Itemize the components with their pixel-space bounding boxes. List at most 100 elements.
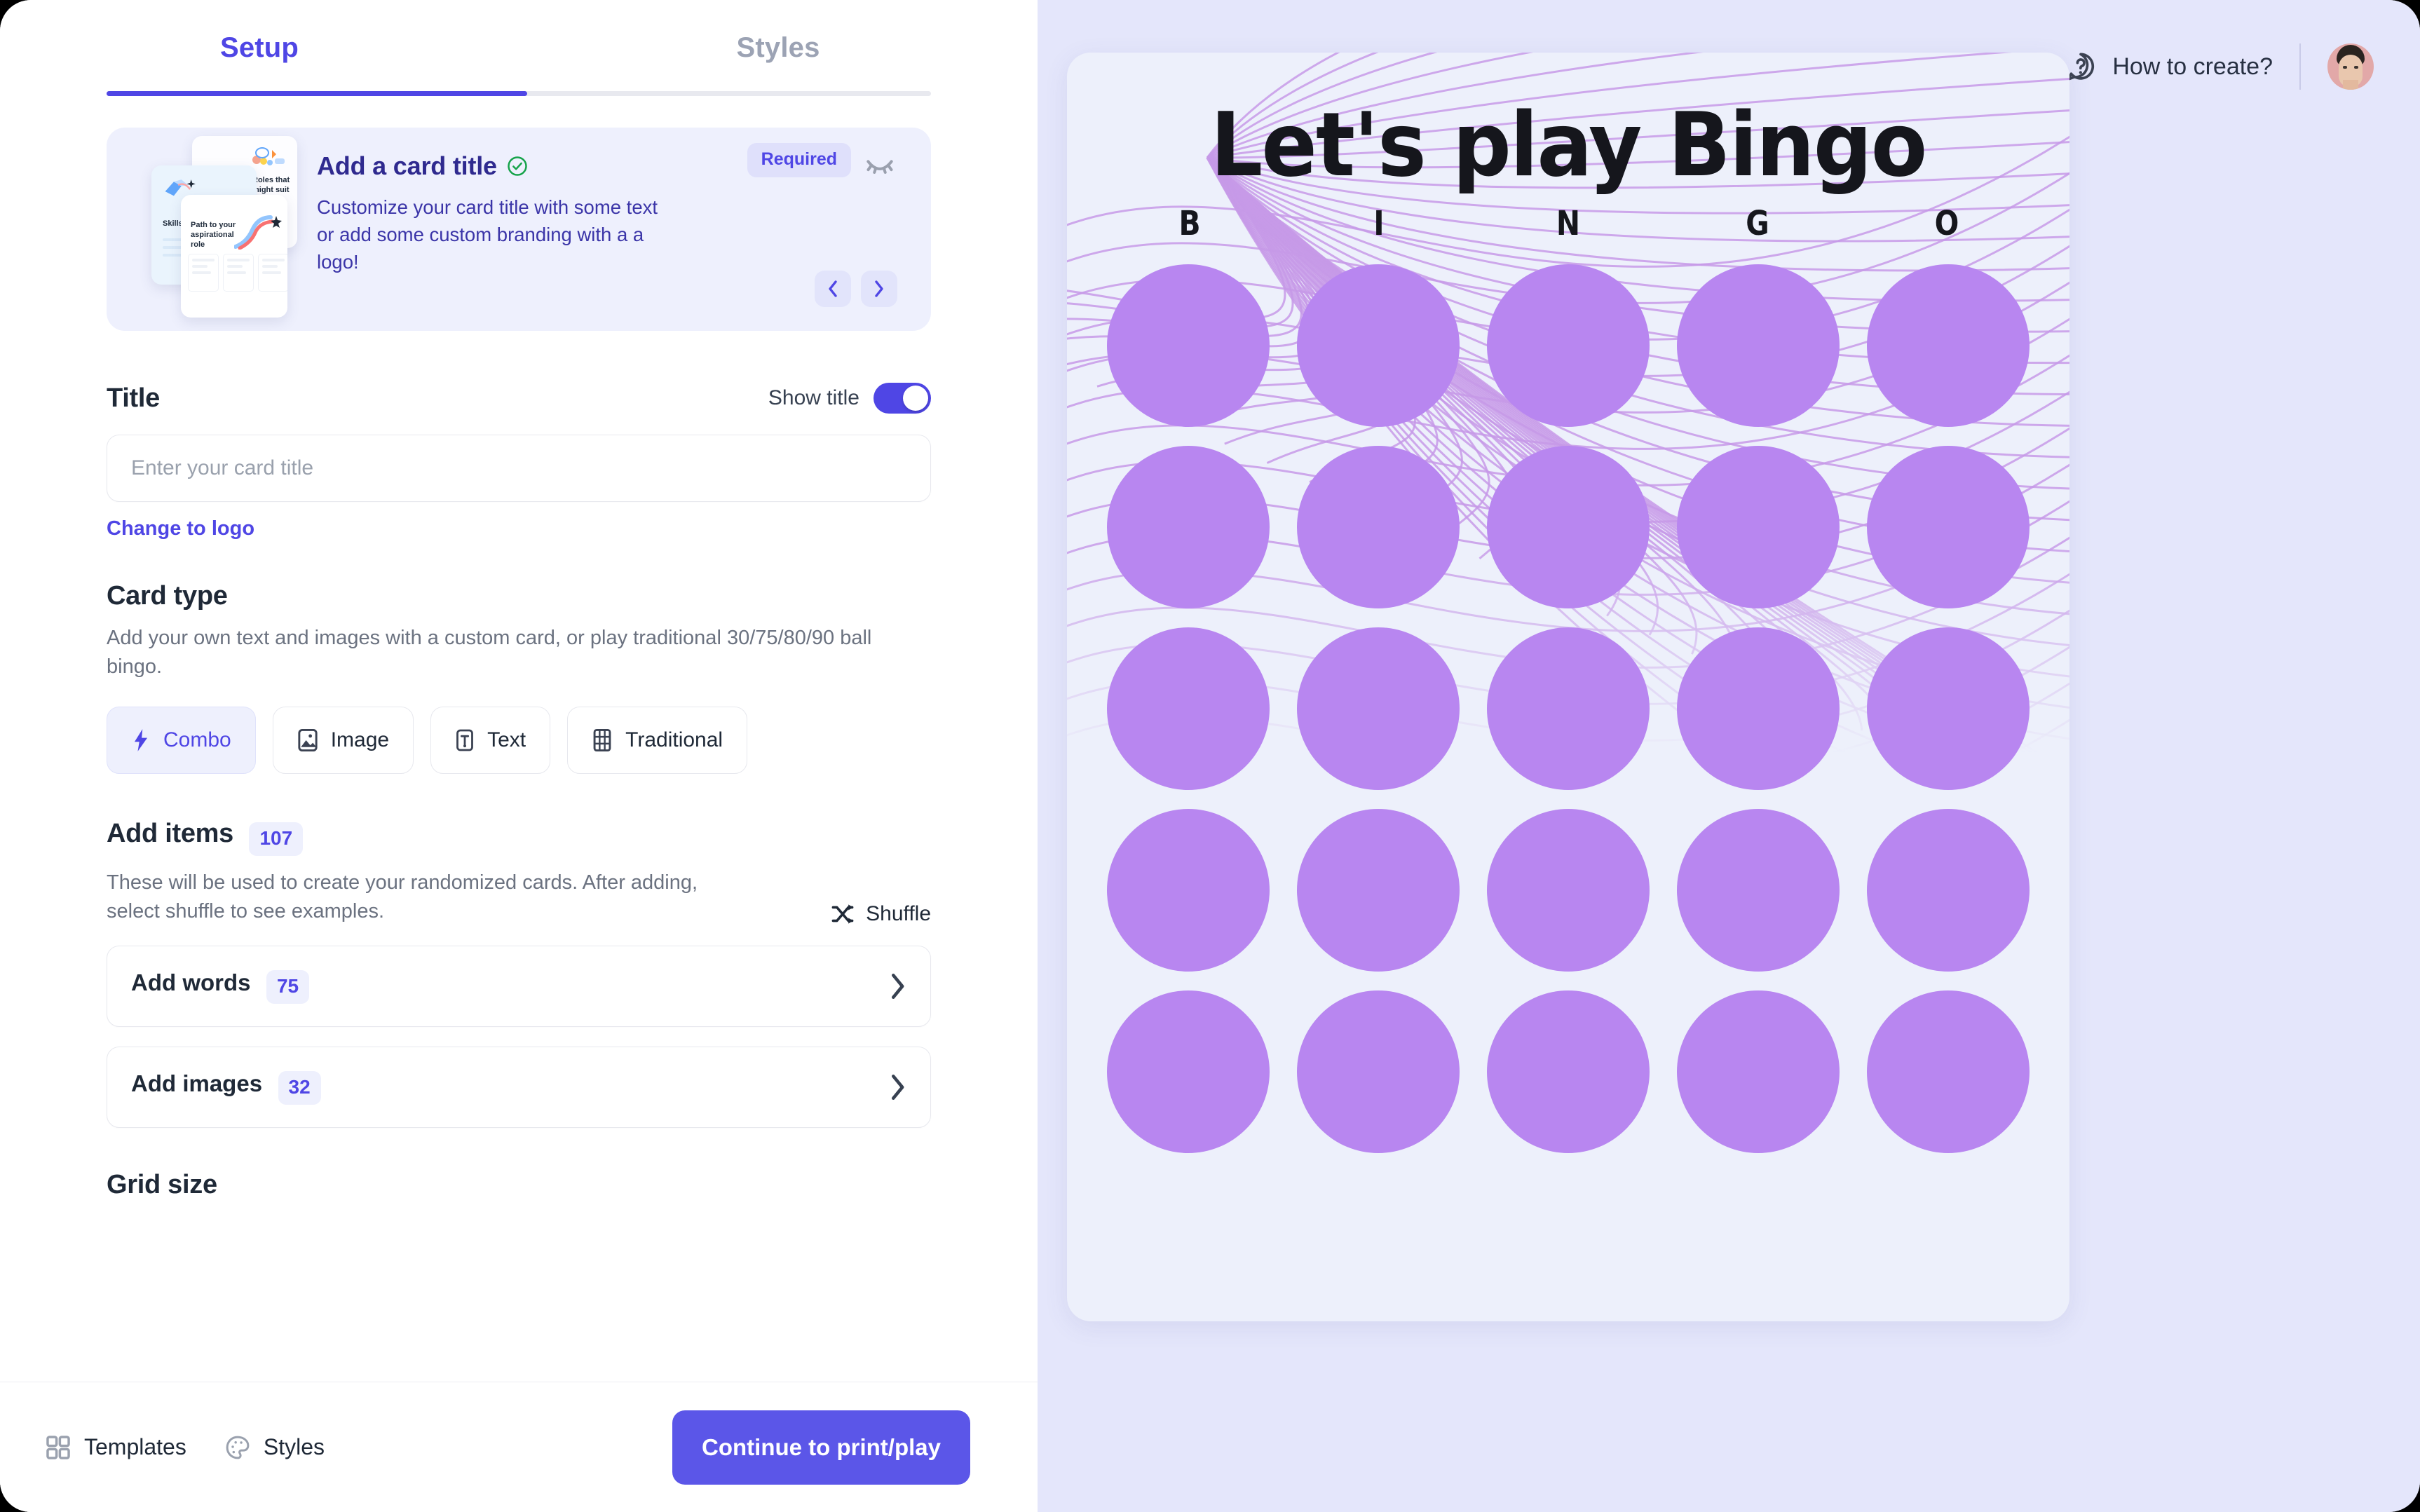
grid-icon xyxy=(593,729,611,752)
continue-button[interactable]: Continue to print/play xyxy=(672,1410,970,1485)
card-type-text[interactable]: Text xyxy=(430,707,551,775)
app-window: Setup Styles Roles that might suit Skill… xyxy=(0,0,2420,1512)
question-bubble-icon xyxy=(2067,53,2095,81)
add-images-left: Add images 32 xyxy=(131,1070,321,1105)
bingo-cell[interactable] xyxy=(1107,627,1270,790)
bingo-cell[interactable] xyxy=(1486,808,1650,972)
bingo-cell[interactable] xyxy=(1486,264,1650,427)
bingo-letter: O xyxy=(1934,204,1959,243)
styles-button[interactable]: Styles xyxy=(224,1434,325,1461)
add-items-desc-row: These will be used to create your random… xyxy=(107,856,931,926)
bingo-cell[interactable] xyxy=(1107,808,1270,972)
preview-panel: How to create? Let's play Bingo B I N G … xyxy=(1038,0,2420,1512)
bingo-cell[interactable] xyxy=(1866,264,2030,427)
panel-tabs: Setup Styles xyxy=(0,0,1038,105)
bingo-cell[interactable] xyxy=(1676,808,1840,972)
bingo-cell[interactable] xyxy=(1676,264,1840,427)
bingo-cell[interactable] xyxy=(1676,445,1840,608)
tab-styles[interactable]: Styles xyxy=(519,0,1038,105)
info-banner: Roles that might suit you Skills recomm xyxy=(107,128,931,331)
avatar[interactable] xyxy=(2327,43,2374,90)
bingo-grid xyxy=(1094,254,2043,1162)
info-banner-body: Add a card title Customize your card tit… xyxy=(317,128,931,331)
setup-panel: Setup Styles Roles that might suit Skill… xyxy=(0,0,1038,1512)
roles-illustration xyxy=(252,147,285,165)
how-to-create-label: How to create? xyxy=(2112,53,2273,80)
show-title-label: Show title xyxy=(768,386,859,409)
next-button[interactable] xyxy=(861,271,897,307)
path-illustration xyxy=(234,215,282,250)
bingo-cell[interactable] xyxy=(1486,445,1650,608)
info-banner-nav xyxy=(815,271,897,307)
setup-footer: Templates Styles Continue to print/play xyxy=(0,1382,1038,1512)
bingo-cell[interactable] xyxy=(1866,990,2030,1153)
shuffle-label: Shuffle xyxy=(866,902,931,926)
tab-setup[interactable]: Setup xyxy=(0,0,519,105)
change-to-logo-link[interactable]: Change to logo xyxy=(107,517,254,540)
add-items-header: Add items 107 xyxy=(107,819,931,857)
bingo-column-letters: B I N G O xyxy=(1095,204,2041,243)
bingo-cell[interactable] xyxy=(1866,445,2030,608)
card-type-image[interactable]: Image xyxy=(272,707,414,775)
shuffle-button[interactable]: Shuffle xyxy=(831,902,931,926)
palette-icon xyxy=(226,1436,250,1459)
templates-label: Templates xyxy=(84,1434,186,1459)
chevron-right-icon xyxy=(892,974,904,1000)
bingo-cell[interactable] xyxy=(1107,445,1270,608)
setup-scroll-area[interactable]: Setup Styles Roles that might suit Skill… xyxy=(0,0,1038,1382)
bingo-cell[interactable] xyxy=(1297,445,1460,608)
bingo-letter: G xyxy=(1746,204,1769,243)
add-images-row[interactable]: Add images 32 xyxy=(107,1047,931,1129)
info-banner-illustration: Roles that might suit you Skills recomm xyxy=(107,128,317,331)
bingo-cell[interactable] xyxy=(1676,627,1840,790)
mini-card-path-boxes xyxy=(188,254,287,292)
card-type-combo[interactable]: Combo xyxy=(107,707,256,775)
bingo-card-preview[interactable]: Let's play Bingo B I N G O xyxy=(1067,53,2069,1321)
how-to-create-button[interactable]: How to create? xyxy=(2065,50,2273,83)
card-type-traditional[interactable]: Traditional xyxy=(567,707,748,775)
add-items-count: 107 xyxy=(249,822,304,857)
add-words-row[interactable]: Add words 75 xyxy=(107,946,931,1028)
eye-off-icon[interactable] xyxy=(865,149,895,178)
bingo-cell[interactable] xyxy=(1297,264,1460,427)
chevron-right-icon xyxy=(875,280,883,297)
add-items-section: Add items 107 These will be used to crea… xyxy=(107,819,931,1129)
bingo-title: Let's play Bingo xyxy=(1210,93,1928,196)
grid-squares-icon xyxy=(46,1435,70,1459)
bingo-letter: N xyxy=(1556,204,1581,243)
bingo-cell[interactable] xyxy=(1297,990,1460,1153)
image-icon xyxy=(298,729,318,752)
card-type-section: Card type Add your own text and images w… xyxy=(107,581,931,775)
text-box-icon xyxy=(456,729,474,751)
grid-size-heading: Grid size xyxy=(107,1170,217,1200)
chevron-right-icon xyxy=(892,1075,904,1101)
avatar-eye-left xyxy=(2343,66,2347,69)
bingo-cell[interactable] xyxy=(1107,264,1270,427)
show-title-toggle[interactable] xyxy=(873,383,931,414)
title-section: Title Show title Change to logo xyxy=(107,383,931,540)
card-type-description: Add your own text and images with a cust… xyxy=(107,627,872,679)
info-banner-title: Add a card title xyxy=(317,151,497,180)
card-type-text-label: Text xyxy=(487,728,526,752)
bingo-cell[interactable] xyxy=(1676,990,1840,1153)
bingo-letter: B xyxy=(1178,204,1201,243)
bingo-cell[interactable] xyxy=(1866,808,2030,972)
bingo-cell[interactable] xyxy=(1297,627,1460,790)
bingo-cell[interactable] xyxy=(1297,808,1460,972)
bingo-cell[interactable] xyxy=(1486,627,1650,790)
bingo-letter: I xyxy=(1373,204,1385,243)
card-title-input[interactable] xyxy=(107,435,931,502)
bolt-icon xyxy=(134,729,148,752)
avatar-neck xyxy=(2343,80,2358,90)
card-type-combo-label: Combo xyxy=(163,728,231,752)
add-words-label: Add words xyxy=(131,969,251,995)
check-circle-icon xyxy=(508,156,527,176)
toggle-knob xyxy=(903,386,928,411)
bingo-cell[interactable] xyxy=(1486,990,1650,1153)
add-images-label: Add images xyxy=(131,1070,263,1096)
prev-button[interactable] xyxy=(815,271,851,307)
bingo-cell[interactable] xyxy=(1866,627,2030,790)
bingo-cell[interactable] xyxy=(1107,990,1270,1153)
tab-styles-label: Styles xyxy=(736,32,820,63)
templates-button[interactable]: Templates xyxy=(45,1434,186,1461)
